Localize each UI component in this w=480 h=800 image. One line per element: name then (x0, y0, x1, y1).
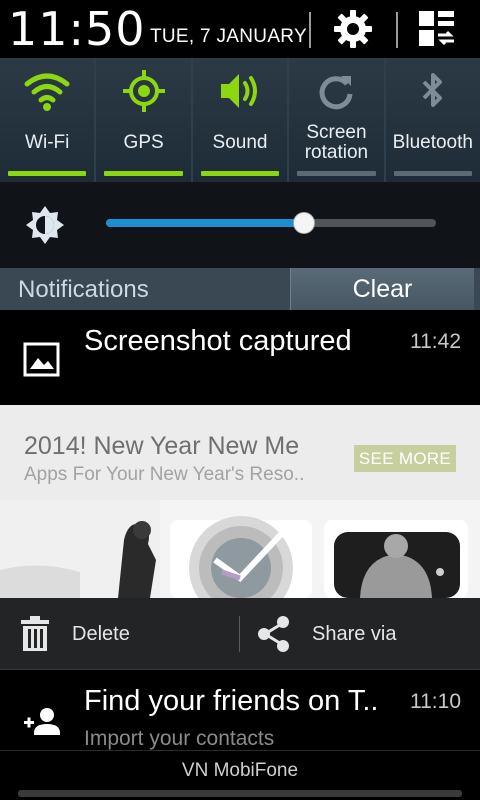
ad-banner-image (0, 500, 468, 598)
ad-card[interactable]: 2014! New Year New Me Apps For Your New … (0, 405, 480, 598)
tile-indicator (104, 171, 183, 176)
quick-settings-panel: Wi-Fi GPS Sound Screen rotation Bluetoot… (0, 58, 480, 182)
share-icon[interactable] (256, 615, 292, 653)
tile-indicator (393, 171, 473, 176)
bluetooth-icon (422, 73, 442, 107)
date: TUE, 7 JANUARY (150, 26, 307, 47)
notification-title: Find your friends on T.. (84, 685, 379, 717)
status-header: 11:50 TUE, 7 JANUARY (0, 0, 480, 58)
tile-sound[interactable]: Sound (192, 58, 290, 182)
clear-button[interactable]: Clear (290, 268, 474, 310)
notification-time: 11:10 (410, 690, 461, 713)
wifi-icon (24, 73, 70, 111)
notification-subtitle: Import your contacts (84, 727, 275, 750)
tile-bluetooth[interactable]: Bluetooth (385, 58, 480, 182)
trash-icon[interactable] (18, 616, 52, 652)
add-contact-icon (24, 708, 60, 735)
see-more-button[interactable]: SEE MORE (354, 445, 456, 472)
brightness-slider-thumb[interactable] (293, 212, 315, 234)
tile-indicator (8, 171, 87, 176)
clock: 11:50 (8, 2, 146, 56)
delete-button[interactable]: Delete (72, 623, 130, 646)
tile-label: Sound (212, 132, 268, 153)
panel-drag-handle[interactable] (18, 790, 462, 797)
tile-indicator (297, 171, 376, 176)
notification-time: 11:42 (410, 330, 461, 353)
tile-gps[interactable]: GPS (96, 58, 193, 182)
divider (309, 12, 311, 48)
tile-label: Wi-Fi (25, 132, 70, 153)
notifications-title: Notifications (18, 276, 149, 303)
gps-icon (122, 70, 165, 112)
brightness-slider-fill (106, 219, 304, 227)
image-icon (23, 342, 60, 377)
carrier-label: VN MobiFone (181, 760, 299, 781)
footer: VN MobiFone (0, 750, 480, 800)
tile-label: GPS (123, 132, 164, 153)
notification-title: Screenshot captured (84, 325, 352, 357)
share-via-button[interactable]: Share via (312, 623, 397, 646)
tile-screen-rotation[interactable]: Screen rotation (289, 58, 386, 182)
notification-actions: Delete Share via (0, 598, 480, 670)
tile-indicator (200, 171, 280, 176)
rotation-icon (319, 76, 353, 110)
notification-find-friends[interactable]: Find your friends on T.. 11:10 Import yo… (0, 671, 480, 750)
tile-label: Screen rotation (304, 122, 369, 163)
edit-tiles-icon[interactable] (416, 8, 458, 50)
brightness-icon[interactable] (24, 204, 66, 246)
ad-subtitle: Apps For Your New Year's Reso.. (24, 464, 305, 485)
sound-icon (221, 74, 258, 108)
ad-images (0, 500, 480, 598)
divider (396, 12, 398, 48)
tile-label: Bluetooth (392, 132, 473, 153)
notification-screenshot[interactable]: Screenshot captured 11:42 (0, 310, 480, 405)
ad-title: 2014! New Year New Me (24, 432, 300, 460)
gear-icon[interactable] (332, 8, 374, 50)
tile-wifi[interactable]: Wi-Fi (0, 58, 97, 182)
divider (239, 616, 240, 652)
